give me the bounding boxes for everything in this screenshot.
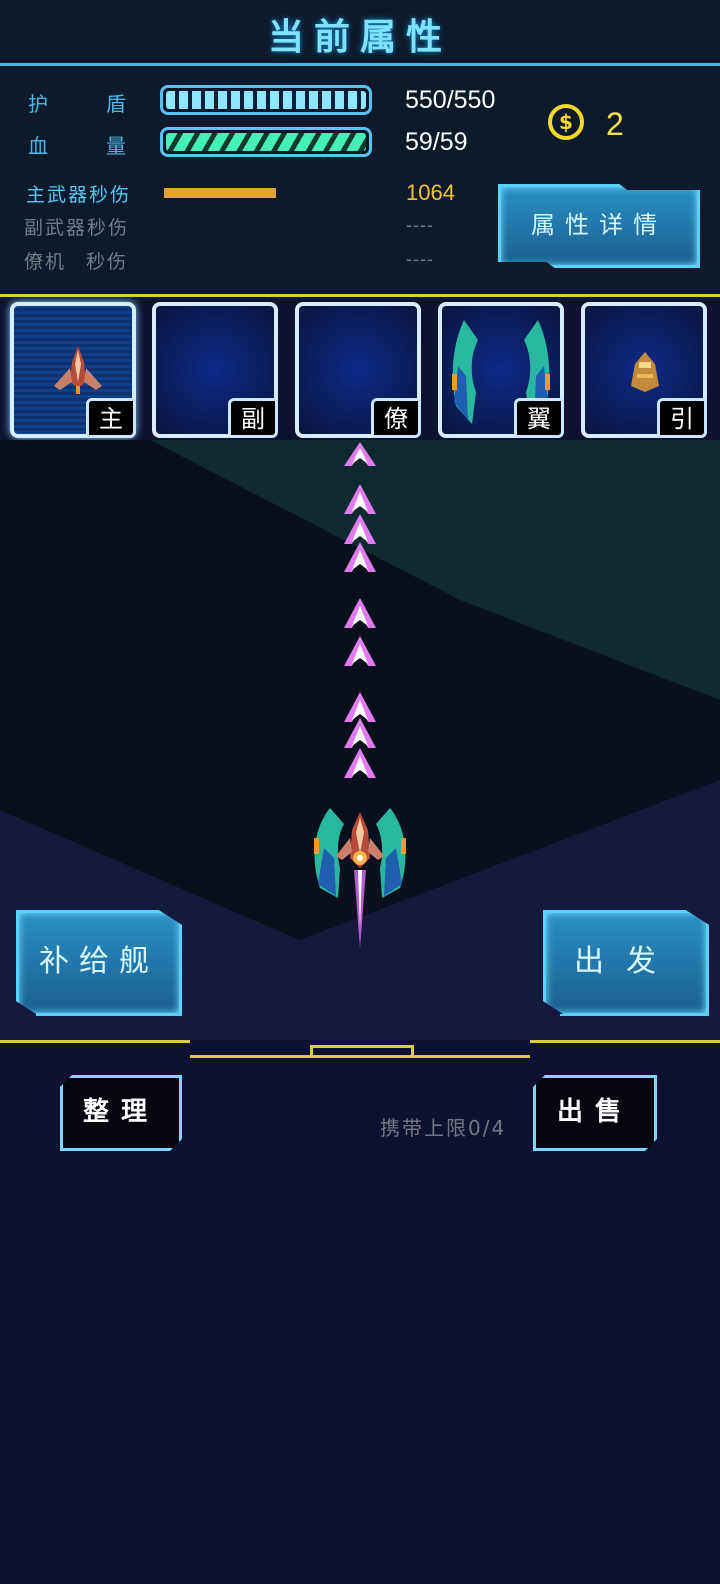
main-dps-bar <box>164 188 276 198</box>
sub-dps-value: ---- <box>406 215 434 235</box>
attribute-detail-button[interactable]: 属性详情 <box>498 184 700 268</box>
depart-button[interactable]: 出发 <box>543 910 709 1016</box>
slot-tag-main: 主 <box>86 398 136 438</box>
inventory-divider-center <box>190 1055 530 1058</box>
main-dps-label: 主武器秒伤 <box>26 184 132 206</box>
header-divider <box>0 63 720 66</box>
engine-icon <box>631 352 659 392</box>
slot-divider <box>0 294 720 297</box>
inventory-divider-right <box>530 1040 720 1043</box>
supply-underline <box>36 1014 176 1016</box>
inventory-divider-left <box>0 1040 190 1043</box>
page-title: 当前属性 <box>267 17 452 58</box>
shield-bar-fill <box>166 91 366 109</box>
slot-tag-wingman: 僚 <box>371 398 421 438</box>
slot-tag-secondary: 副 <box>228 398 278 438</box>
slot-wingman[interactable]: 僚 <box>295 302 421 438</box>
slot-main[interactable]: 主 <box>10 302 136 438</box>
drone-dps-value: ---- <box>406 249 434 269</box>
slot-tag-engine: 引 <box>657 398 707 438</box>
hp-label-b: 量 <box>106 134 128 158</box>
slot-engine[interactable]: 引 <box>581 302 707 438</box>
main-dps-value: 1064 <box>406 180 455 205</box>
coin-count: 2 <box>606 106 624 142</box>
main-ship-icon <box>54 346 102 394</box>
slot-secondary[interactable]: 副 <box>152 302 278 438</box>
drone-dps-label-a: 僚机 <box>24 251 67 273</box>
shield-bar <box>160 85 372 115</box>
supply-ship-button[interactable]: 补给舰 <box>16 910 182 1016</box>
hp-bar-fill <box>166 133 366 151</box>
bullet <box>344 598 376 628</box>
player-ship-icon <box>314 808 406 948</box>
carry-limit-text: 携带上限0/4 <box>380 1116 507 1140</box>
hp-label-a: 血 <box>28 134 50 158</box>
hp-value: 59/59 <box>405 128 468 156</box>
shield-value: 550/550 <box>405 86 496 114</box>
depart-underline <box>560 1014 700 1016</box>
inventory-divider-notch <box>310 1045 414 1055</box>
bullet <box>344 748 376 778</box>
sort-button[interactable]: 整理 <box>60 1075 182 1151</box>
shield-label-a: 护 <box>28 92 50 116</box>
shield-label-b: 盾 <box>106 92 128 116</box>
drone-dps-label-b: 秒伤 <box>86 251 129 273</box>
slot-wings[interactable]: 翼 <box>438 302 564 438</box>
bullet <box>344 542 376 572</box>
coin-icon: $ <box>548 104 584 140</box>
sell-button[interactable]: 出售 <box>533 1075 657 1151</box>
sub-dps-label: 副武器秒伤 <box>24 217 130 239</box>
hp-bar <box>160 127 372 157</box>
bullet <box>344 442 376 466</box>
bullet <box>344 636 376 666</box>
slot-tag-wings: 翼 <box>514 398 564 438</box>
